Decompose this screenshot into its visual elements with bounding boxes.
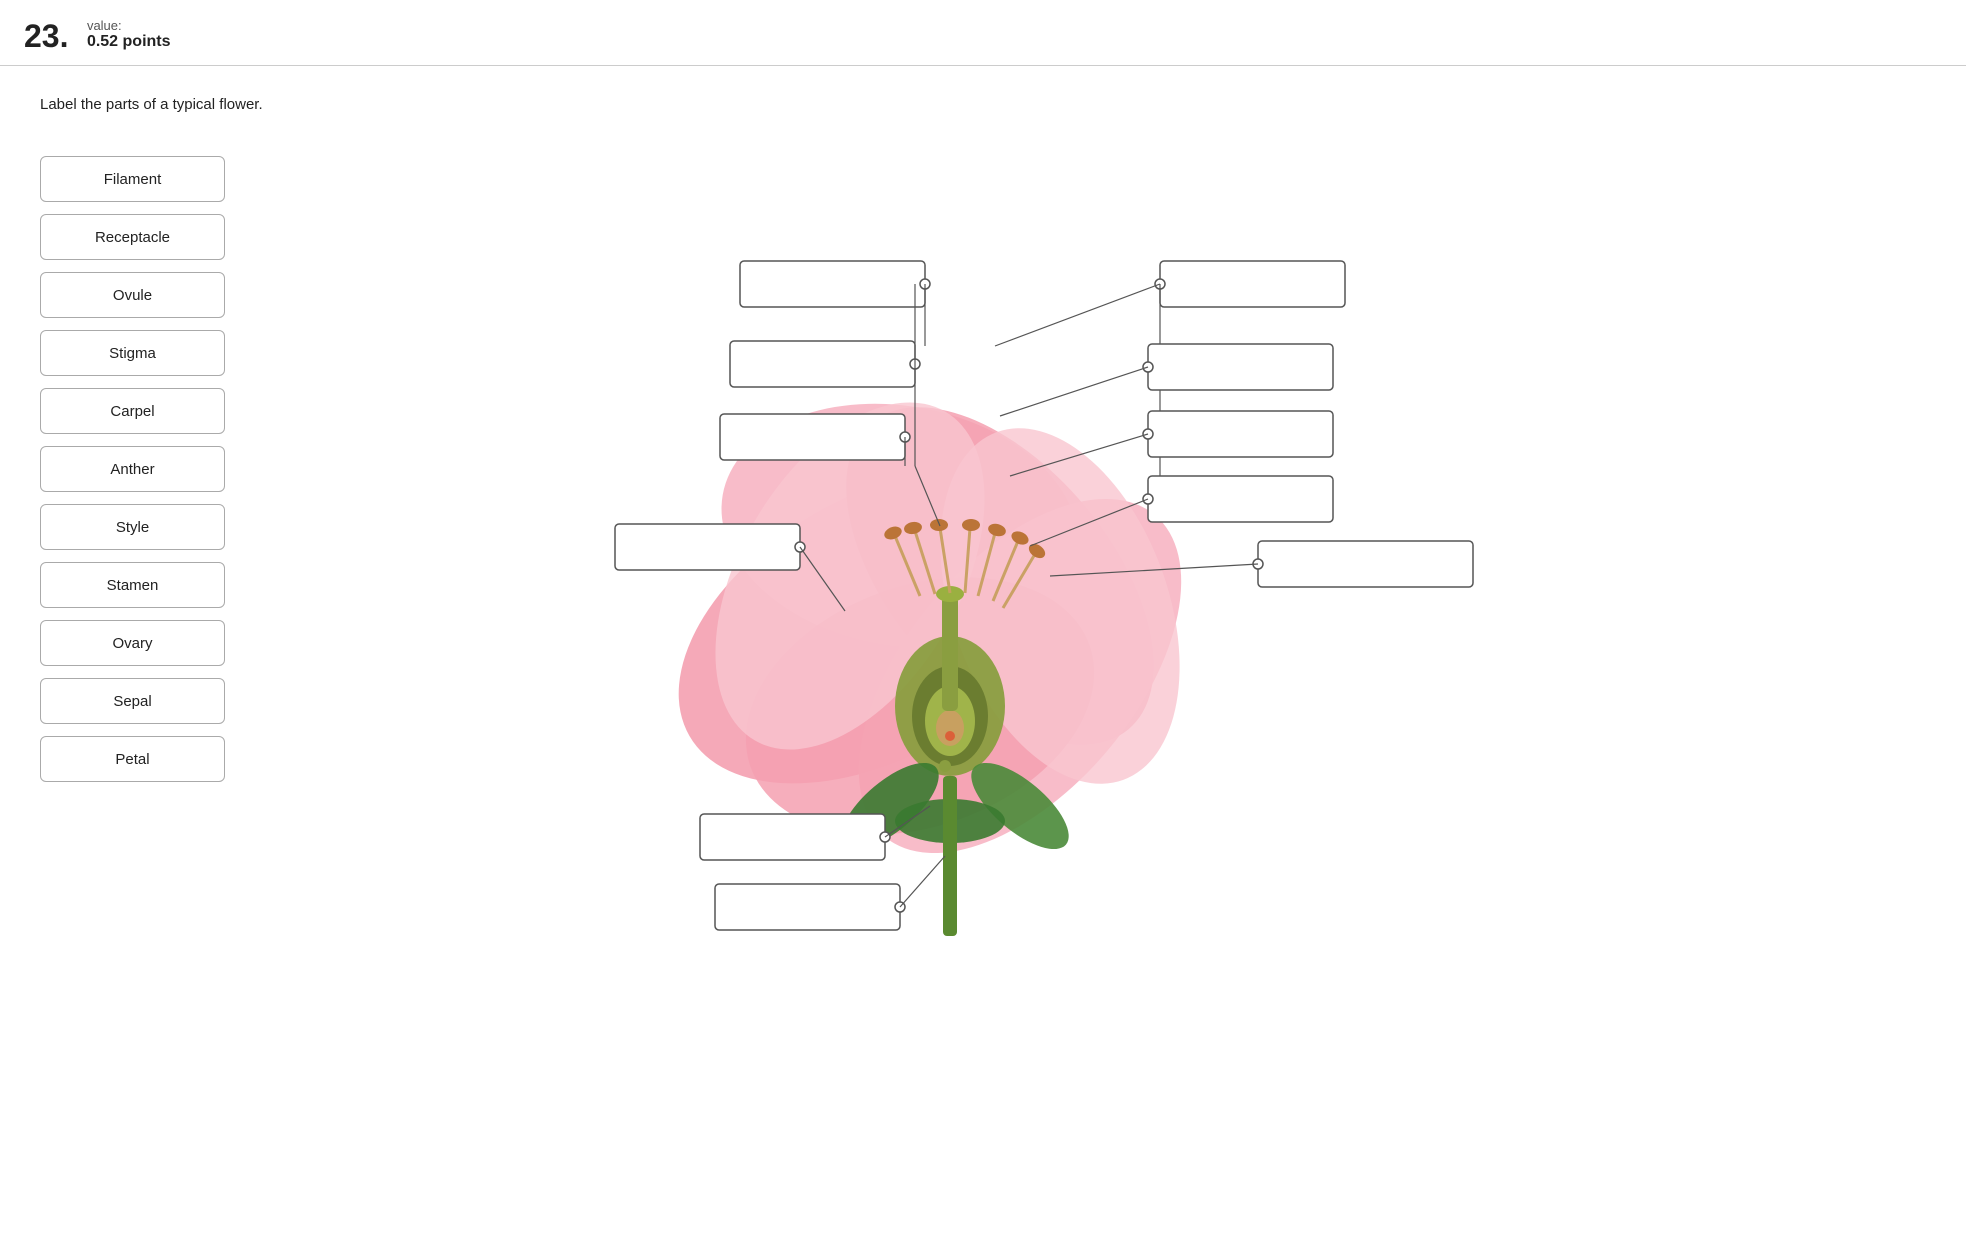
- value-points: 0.52 points: [87, 33, 171, 51]
- label-carpel[interactable]: Carpel: [40, 388, 225, 434]
- instructions: Label the parts of a typical flower.: [40, 96, 1926, 113]
- label-receptacle[interactable]: Receptacle: [40, 214, 225, 260]
- question-content: Label the parts of a typical flower. Fil…: [0, 66, 1966, 173]
- label-ovule[interactable]: Ovule: [40, 272, 225, 318]
- value-label: value:: [87, 18, 171, 33]
- label-stigma[interactable]: Stigma: [40, 330, 225, 376]
- label-petal[interactable]: Petal: [40, 736, 225, 782]
- label-stamen[interactable]: Stamen: [40, 562, 225, 608]
- label-list: Filament Receptacle Ovule Stigma Carpel …: [40, 156, 225, 782]
- label-ovary[interactable]: Ovary: [40, 620, 225, 666]
- value-block: value: 0.52 points: [87, 18, 171, 51]
- label-style[interactable]: Style: [40, 504, 225, 550]
- label-anther[interactable]: Anther: [40, 446, 225, 492]
- label-filament[interactable]: Filament: [40, 156, 225, 202]
- diagram-area: [300, 146, 1900, 1246]
- question-header: 23. value: 0.52 points: [0, 0, 1966, 66]
- label-sepal[interactable]: Sepal: [40, 678, 225, 724]
- connector-lines: [300, 146, 1900, 1246]
- question-number: 23.: [24, 18, 68, 55]
